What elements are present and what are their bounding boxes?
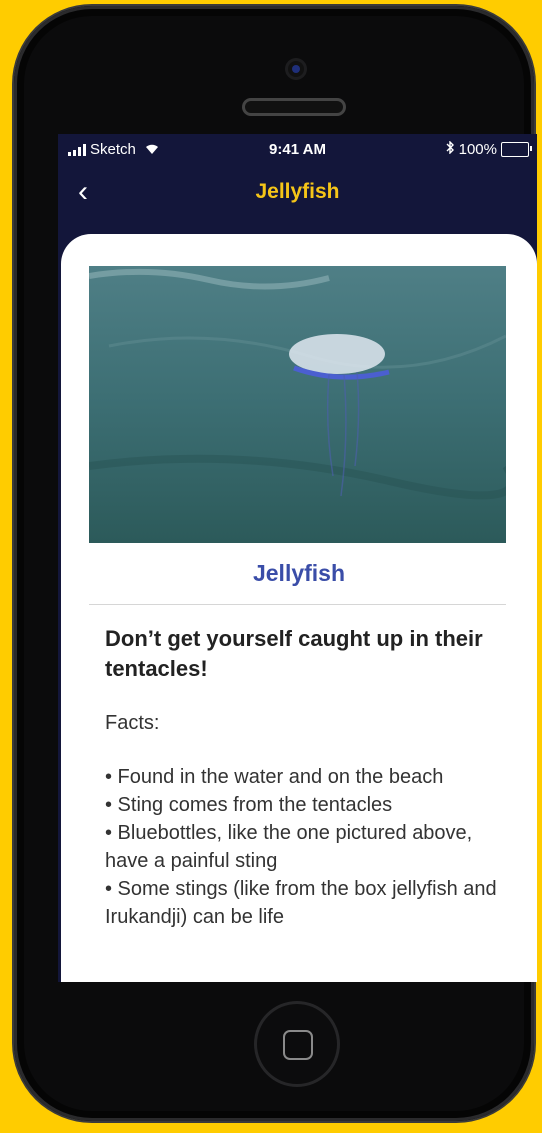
battery-icon: [501, 142, 532, 157]
page-title: Jellyfish: [255, 180, 340, 203]
fact-item: • Sting comes from the tentacles: [105, 794, 393, 816]
home-square-icon: [283, 1030, 313, 1060]
fact-item: • Some stings (like from the box jellyfi…: [105, 878, 497, 928]
facts-label: Facts:: [105, 712, 160, 734]
card-title: Jellyfish: [252, 560, 346, 586]
fact-item: • Bluebottles, like the one pictured abo…: [105, 822, 473, 872]
bluetooth-icon: [446, 140, 455, 158]
battery-label: 100%: [458, 141, 497, 158]
content-card: Jellyfish Don’t get yourself caught up i…: [61, 234, 537, 982]
nav-bar: ‹ Jellyfish: [58, 166, 537, 226]
screen: Sketch 9:41 AM 100% ‹ Jellyfish Jellyfis…: [58, 134, 537, 982]
phone-frame: Sketch 9:41 AM 100% ‹ Jellyfish Jellyfis…: [14, 6, 537, 1121]
jellyfish-photo: [89, 266, 506, 543]
speaker-grille: [242, 98, 346, 116]
status-bar: Sketch 9:41 AM 100%: [58, 134, 537, 166]
divider: [89, 604, 506, 605]
home-button[interactable]: [254, 1001, 340, 1087]
fact-item: • Found in the water and on the beach: [105, 766, 444, 788]
camera-icon: [288, 61, 304, 77]
facts-section: Facts: • Found in the water and on the b…: [105, 709, 500, 931]
headline: Don’t get yourself caught up in their te…: [105, 626, 483, 681]
status-right: 100%: [446, 140, 532, 158]
